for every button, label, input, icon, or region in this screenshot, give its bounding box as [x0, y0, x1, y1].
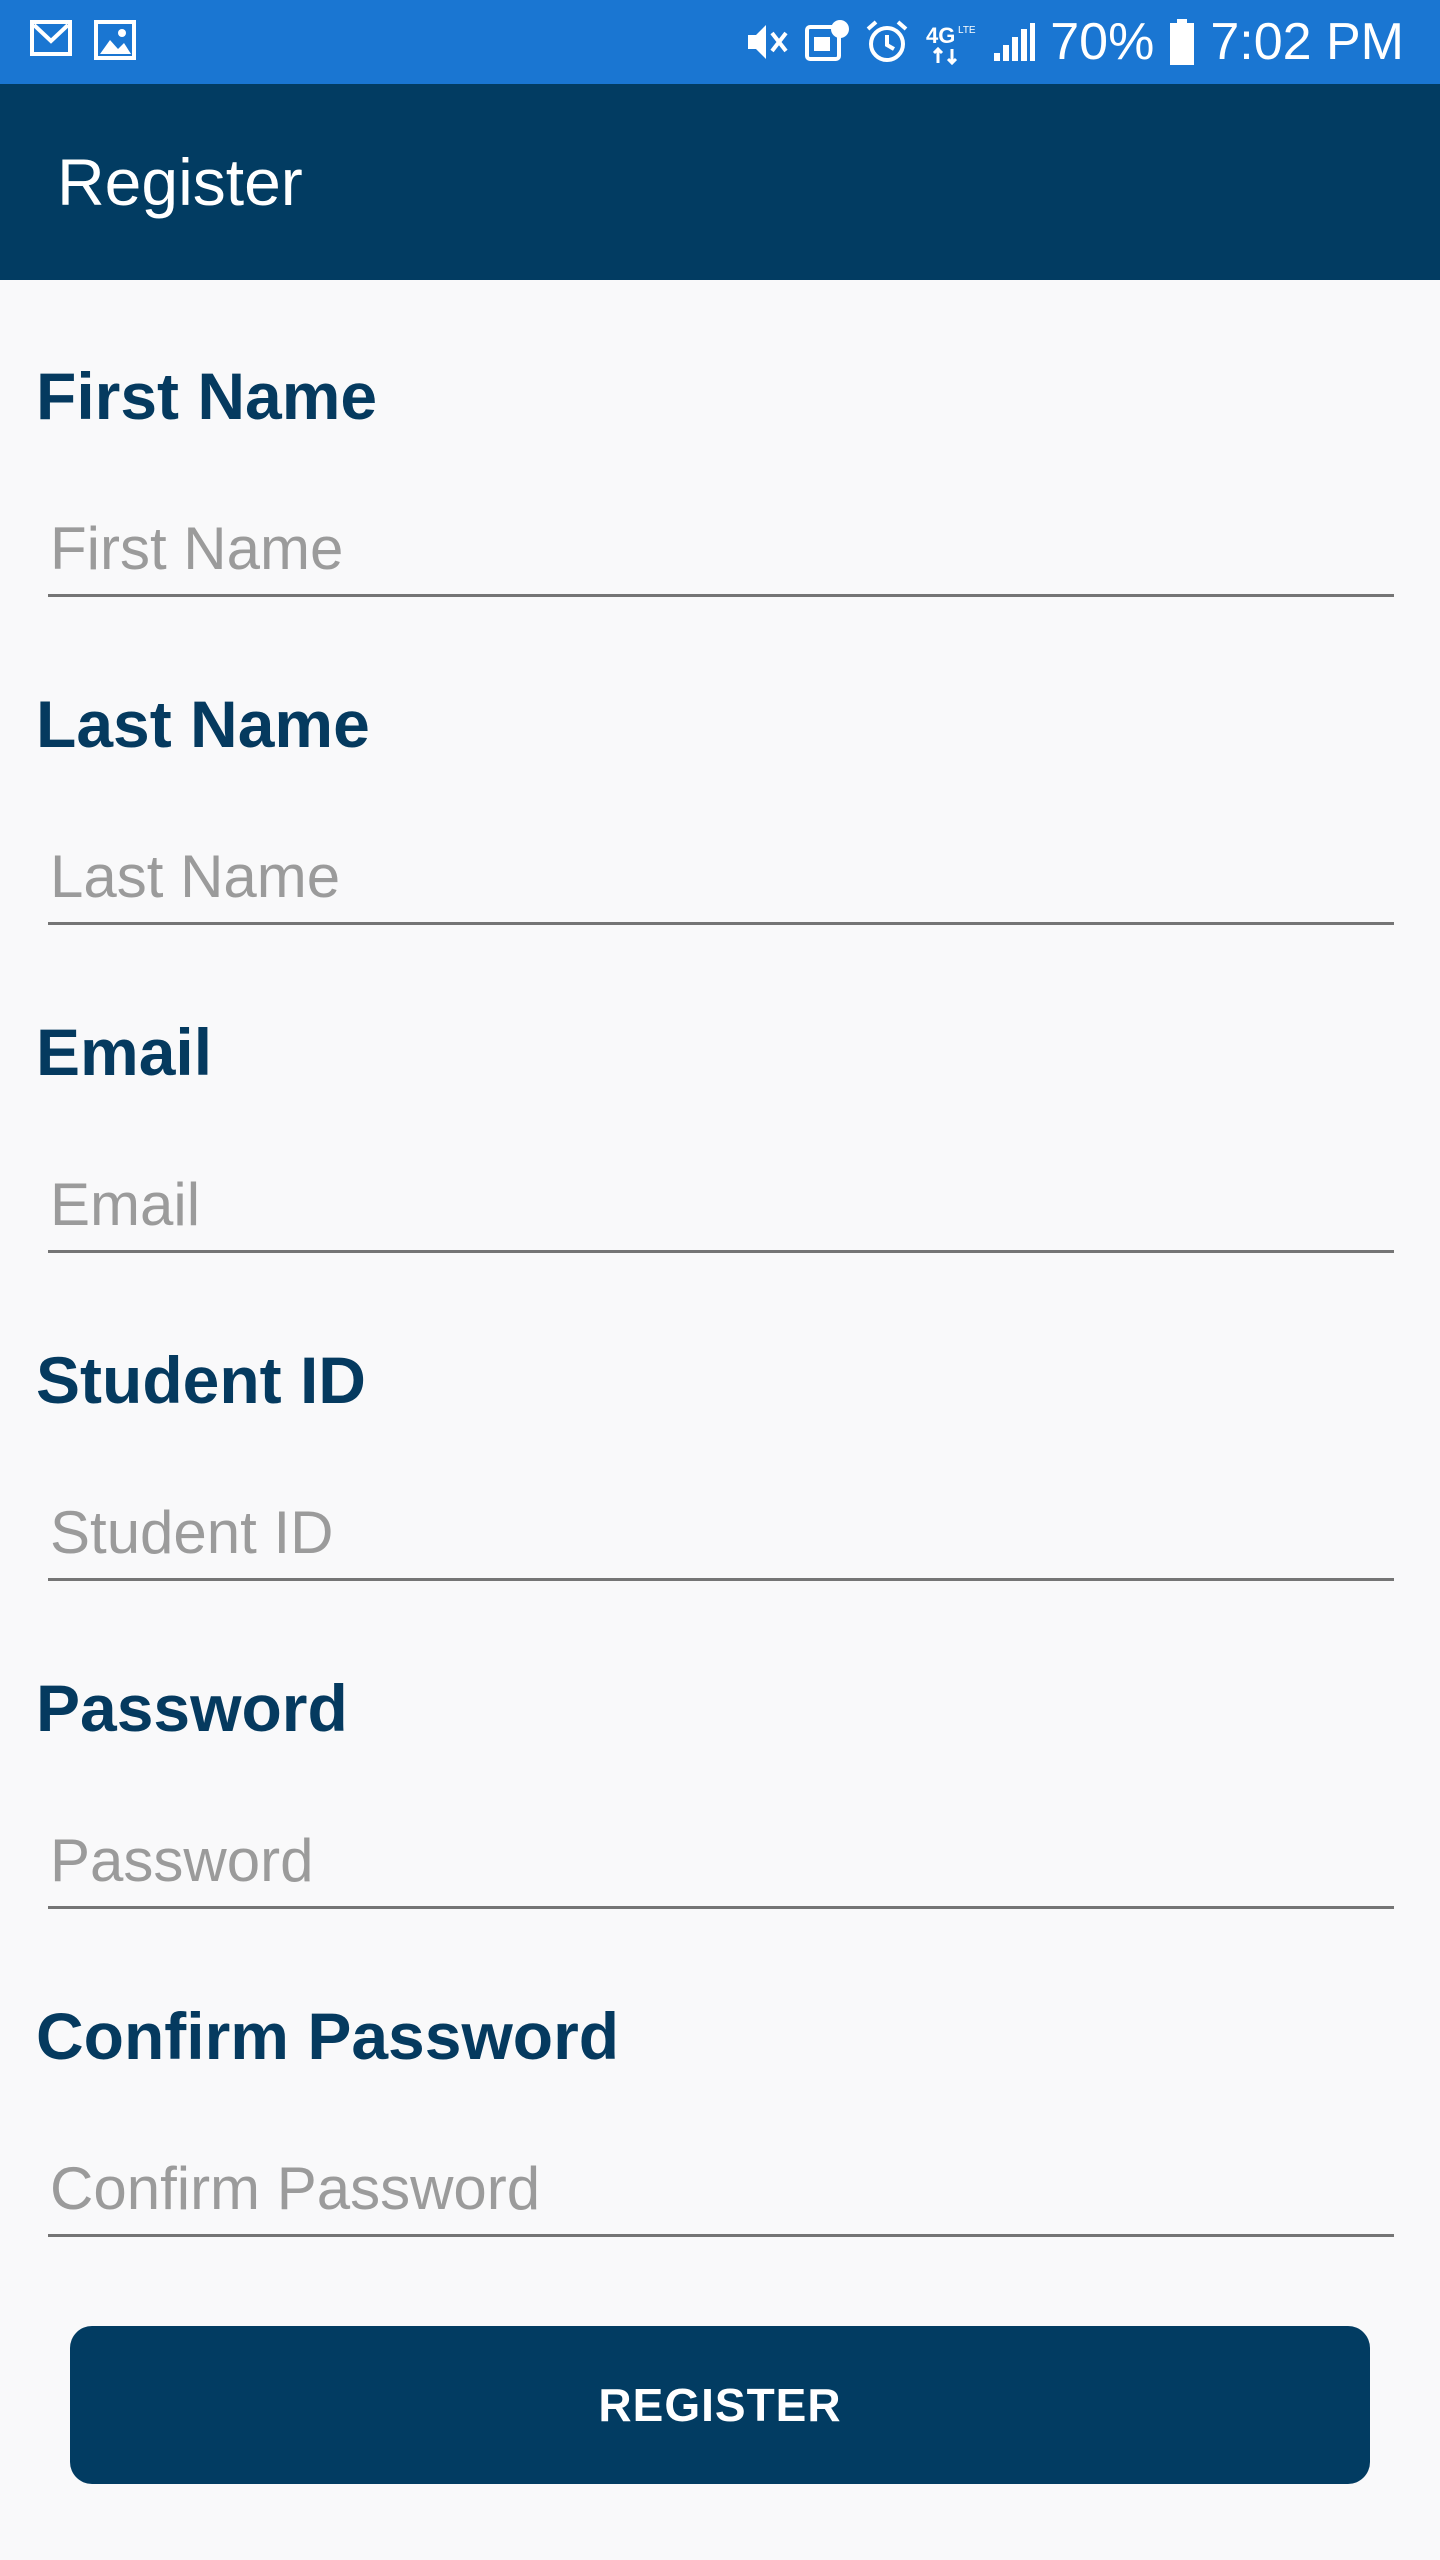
confirm-password-label: Confirm Password	[36, 1999, 620, 2073]
gallery-icon	[94, 20, 136, 60]
alarm-icon	[864, 19, 910, 65]
student-id-field[interactable]	[48, 1486, 1394, 1581]
student-id-label: Student ID	[36, 1343, 366, 1417]
status-left-icons	[30, 20, 136, 60]
mute-icon	[744, 19, 790, 65]
app-bar: Register	[0, 84, 1440, 280]
first-name-label: First Name	[36, 359, 378, 433]
last-name-label: Last Name	[36, 687, 370, 761]
status-right-icons: 4G LTE 70% 7:02 PM	[744, 0, 1404, 84]
password-field[interactable]	[48, 1814, 1394, 1909]
4g-lte-icon: 4G LTE	[924, 19, 976, 65]
gmail-icon	[30, 20, 72, 60]
register-button[interactable]: REGISTER	[70, 2326, 1370, 2484]
page-title: Register	[57, 145, 303, 219]
password-label: Password	[36, 1671, 348, 1745]
clock: 7:02 PM	[1210, 13, 1404, 71]
signal-icon	[990, 19, 1036, 65]
last-name-field[interactable]	[48, 830, 1394, 925]
battery-percent: 70%	[1050, 13, 1155, 71]
first-name-field[interactable]	[48, 502, 1394, 597]
email-field[interactable]	[48, 1158, 1394, 1253]
email-label: Email	[36, 1015, 213, 1089]
status-bar: 4G LTE 70% 7:02 PM	[0, 0, 1440, 84]
battery-icon	[1168, 18, 1196, 66]
svg-text:4G: 4G	[926, 23, 955, 48]
screen-mirror-icon	[804, 19, 850, 65]
svg-text:LTE: LTE	[958, 25, 976, 36]
confirm-password-field[interactable]	[48, 2142, 1394, 2237]
